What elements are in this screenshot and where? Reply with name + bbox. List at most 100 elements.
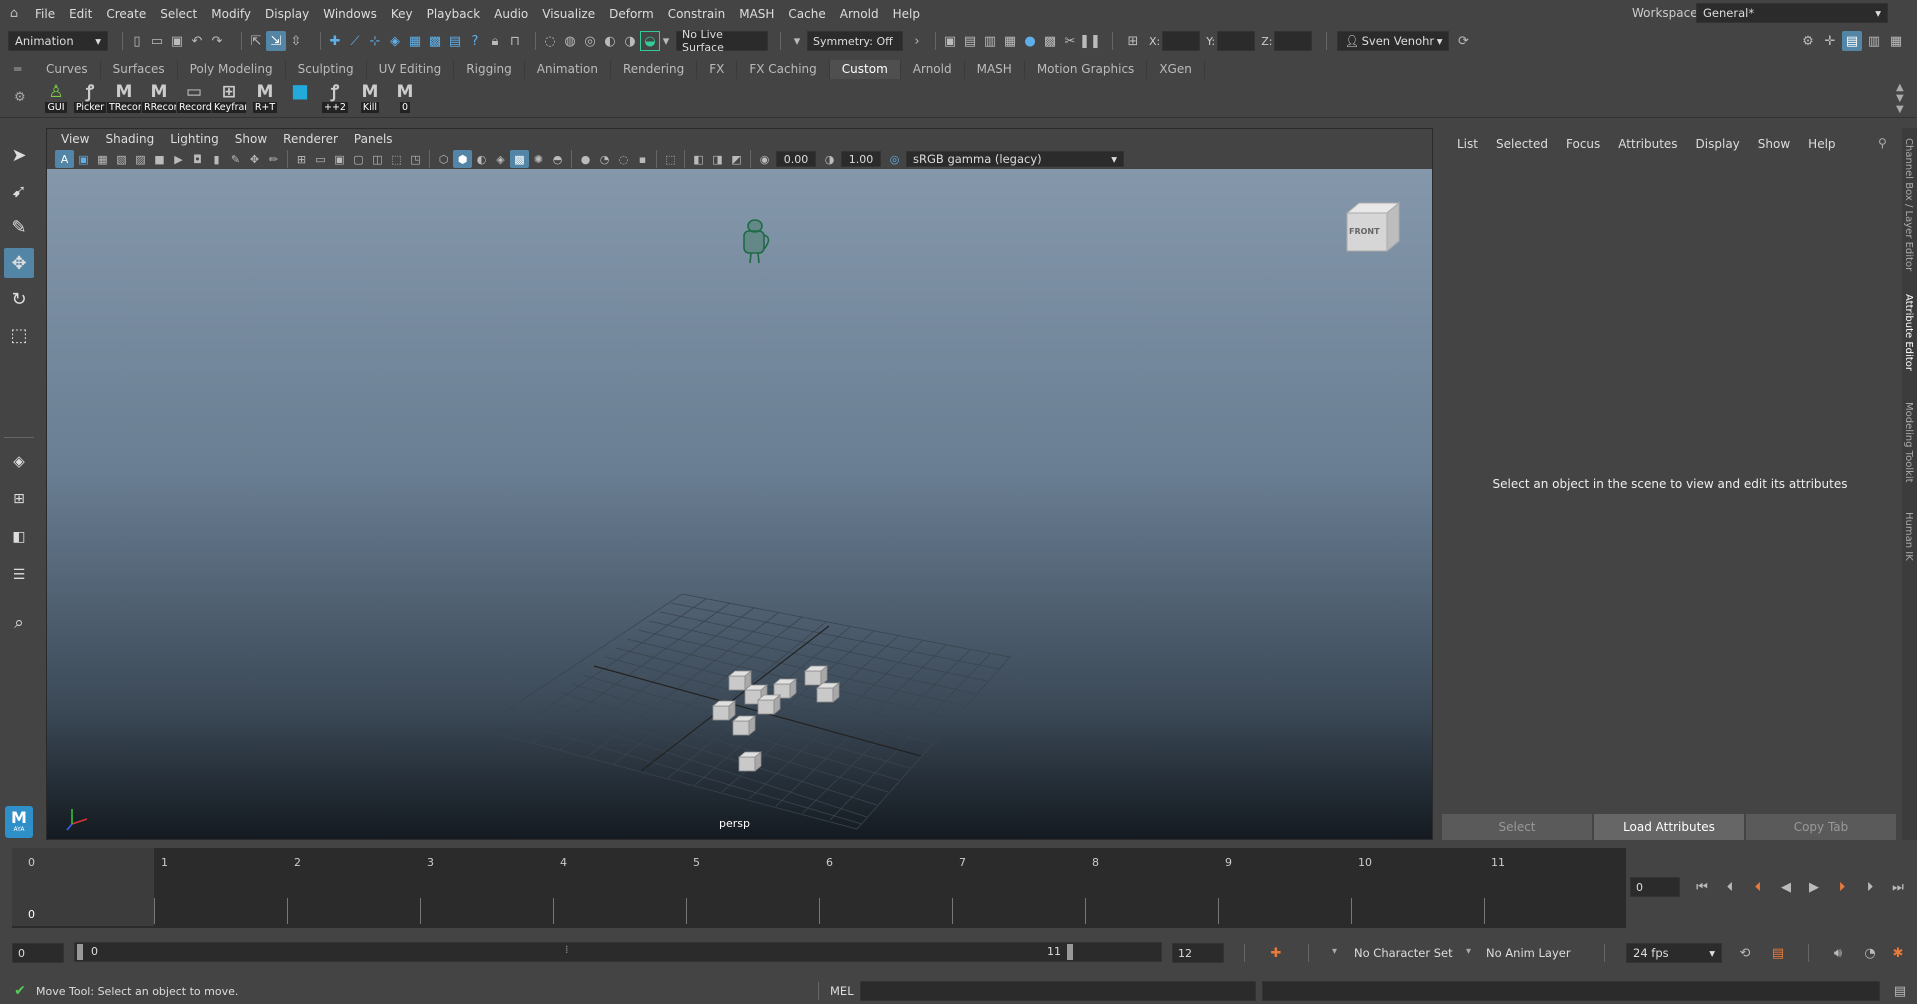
camera-icon[interactable]: ■ bbox=[150, 150, 169, 168]
fps-dropdown[interactable]: 24 fps ▾ bbox=[1626, 943, 1722, 963]
viewport-menu-renderer[interactable]: Renderer bbox=[275, 132, 346, 146]
wireframe-on-shaded-icon[interactable]: ◈ bbox=[491, 150, 510, 168]
current-frame-field[interactable]: 0 bbox=[1630, 877, 1680, 897]
redo-icon[interactable]: ↷ bbox=[207, 31, 227, 51]
viewport-menu-show[interactable]: Show bbox=[227, 132, 275, 146]
shelf-button-plus2[interactable]: ꝭ ++2 bbox=[319, 82, 351, 116]
symmetry-dropdown[interactable]: Symmetry: Off bbox=[807, 31, 903, 51]
menu-visualize[interactable]: Visualize bbox=[535, 7, 602, 21]
side-tab-human-ik[interactable]: Human IK bbox=[1903, 512, 1914, 561]
xray-joints-icon[interactable]: ◨ bbox=[708, 150, 727, 168]
shelf-tab-rendering[interactable]: Rendering bbox=[611, 60, 698, 79]
save-scene-icon[interactable]: ▣ bbox=[167, 31, 187, 51]
anti-aliasing-icon[interactable]: ◌ bbox=[614, 150, 633, 168]
viewport-menu-view[interactable]: View bbox=[53, 132, 97, 146]
cube-object[interactable] bbox=[737, 751, 763, 772]
menu-cache[interactable]: Cache bbox=[781, 7, 832, 21]
shelf-button-keyframe[interactable]: ⊞ Keyframe bbox=[212, 82, 246, 116]
anim-layer-value[interactable]: No Anim Layer bbox=[1486, 946, 1571, 960]
paint-select-icon[interactable]: ◍ bbox=[560, 31, 580, 51]
reflect-icon[interactable]: ◐ bbox=[600, 31, 620, 51]
menuset-dropdown[interactable]: Animation ▾ bbox=[8, 31, 108, 51]
smooth-shade-icon[interactable]: ⬢ bbox=[453, 150, 472, 168]
shelf-tab-surfaces[interactable]: Surfaces bbox=[101, 60, 178, 79]
tool-settings-icon[interactable]: ▥ bbox=[1864, 31, 1884, 51]
character-set-value[interactable]: No Character Set bbox=[1354, 946, 1453, 960]
viewport-menu-panels[interactable]: Panels bbox=[346, 132, 401, 146]
cube-object[interactable] bbox=[731, 715, 757, 736]
arnold-ipr-icon[interactable]: ✂ bbox=[1060, 31, 1080, 51]
attribute-editor-icon[interactable]: ▤ bbox=[1842, 31, 1862, 51]
ae-menu-selected[interactable]: Selected bbox=[1487, 137, 1557, 151]
move-camera-icon[interactable]: ✥ bbox=[245, 150, 264, 168]
shelf-button-rt[interactable]: M R+T bbox=[249, 82, 281, 116]
script-editor-icon[interactable]: ▤ bbox=[1890, 981, 1910, 1001]
menu-constrain[interactable]: Constrain bbox=[661, 7, 733, 21]
default-material-icon[interactable]: ◐ bbox=[472, 150, 491, 168]
symmetry-icon[interactable]: ◒ bbox=[640, 31, 660, 51]
play-backwards-icon[interactable]: ◀ bbox=[1776, 877, 1796, 897]
shelf-tab-rigging[interactable]: Rigging bbox=[454, 60, 525, 79]
motion-blur-icon[interactable]: ◔ bbox=[595, 150, 614, 168]
rotate-tool-icon[interactable]: ↻ bbox=[4, 284, 34, 314]
command-input[interactable] bbox=[860, 981, 1256, 1001]
range-start-handle[interactable] bbox=[77, 944, 83, 960]
y-field[interactable] bbox=[1217, 31, 1256, 51]
move-tool-icon[interactable]: ✥ bbox=[4, 248, 34, 278]
shelf-tab-animation[interactable]: Animation bbox=[525, 60, 611, 79]
color-management-icon[interactable]: ◎ bbox=[885, 150, 904, 168]
cube-object[interactable] bbox=[727, 670, 753, 691]
animation-prefs-icon[interactable]: ✱ bbox=[1888, 943, 1908, 963]
animation-start-field[interactable]: 0 bbox=[12, 943, 64, 963]
chevron-right-icon[interactable]: › bbox=[911, 31, 923, 51]
new-scene-icon[interactable]: ▯ bbox=[127, 31, 147, 51]
shelf-tab-mash[interactable]: MASH bbox=[965, 60, 1025, 79]
exposure-icon[interactable]: ◉ bbox=[755, 150, 774, 168]
shelf-button-kill[interactable]: M Kill bbox=[354, 82, 386, 116]
gear-icon[interactable]: ⚙ bbox=[14, 90, 26, 105]
arnold-render-icon[interactable]: ▩ bbox=[1040, 31, 1060, 51]
character-controller[interactable] bbox=[743, 219, 770, 264]
snap-grid-icon[interactable]: ✚ bbox=[325, 31, 345, 51]
chevron-down-icon[interactable]: ▾ bbox=[791, 31, 803, 51]
persp-outliner-icon[interactable]: ◧ bbox=[4, 522, 34, 552]
shelf-tab-arnold[interactable]: Arnold bbox=[901, 60, 965, 79]
field-chart-icon[interactable]: ◫ bbox=[368, 150, 387, 168]
transform-mode-icon[interactable]: ⊞ bbox=[1123, 31, 1143, 51]
ae-menu-focus[interactable]: Focus bbox=[1557, 137, 1609, 151]
shelf-tab-xgen[interactable]: XGen bbox=[1147, 60, 1205, 79]
render-view-icon[interactable]: ▣ bbox=[940, 31, 960, 51]
select-camera-icon[interactable]: A bbox=[55, 150, 74, 168]
four-view-icon[interactable]: ⊞ bbox=[4, 484, 34, 514]
ae-menu-help[interactable]: Help bbox=[1799, 137, 1844, 151]
menu-arnold[interactable]: Arnold bbox=[833, 7, 886, 21]
camera-attributes-icon[interactable]: ▣ bbox=[74, 150, 93, 168]
ipr-render-icon[interactable]: ▥ bbox=[980, 31, 1000, 51]
shelf-tab-curves[interactable]: Curves bbox=[34, 60, 101, 79]
snap-vertex-icon[interactable]: ▤ bbox=[445, 31, 465, 51]
menu-select[interactable]: Select bbox=[153, 7, 204, 21]
undo-icon[interactable]: ↶ bbox=[187, 31, 207, 51]
shelf-menu-icon[interactable]: ═ bbox=[14, 62, 21, 76]
image-plane-icon[interactable]: ▧ bbox=[112, 150, 131, 168]
ae-menu-display[interactable]: Display bbox=[1687, 137, 1749, 151]
ae-load-attributes-button[interactable]: Load Attributes bbox=[1594, 814, 1744, 840]
sound-icon[interactable]: 🔊︎ bbox=[1828, 943, 1848, 963]
question-icon[interactable]: ? bbox=[465, 31, 485, 51]
play-forwards-icon[interactable]: ▶ bbox=[1804, 877, 1824, 897]
ae-menu-list[interactable]: List bbox=[1448, 137, 1487, 151]
range-slider[interactable]: 0 ⁞ 11 bbox=[74, 942, 1162, 962]
tweak-icon[interactable]: ◑ bbox=[620, 31, 640, 51]
soft-select-icon[interactable]: ◎ bbox=[580, 31, 600, 51]
grid-icon[interactable]: ⊞ bbox=[292, 150, 311, 168]
shelf-tab-custom[interactable]: Custom bbox=[829, 60, 901, 79]
menu-create[interactable]: Create bbox=[99, 7, 153, 21]
film-gate-icon[interactable]: ◘ bbox=[188, 150, 207, 168]
hypershade-icon[interactable]: ● bbox=[1020, 31, 1040, 51]
view-cube[interactable]: FRONT bbox=[1343, 199, 1403, 253]
lock-icon[interactable]: 🔒︎ bbox=[485, 31, 505, 51]
step-forward-key-icon[interactable]: ⏵ bbox=[1832, 877, 1852, 897]
home-icon[interactable]: ⌂ bbox=[4, 4, 24, 24]
animation-end-field[interactable]: 12 bbox=[1172, 943, 1224, 963]
ae-menu-attributes[interactable]: Attributes bbox=[1609, 137, 1686, 151]
